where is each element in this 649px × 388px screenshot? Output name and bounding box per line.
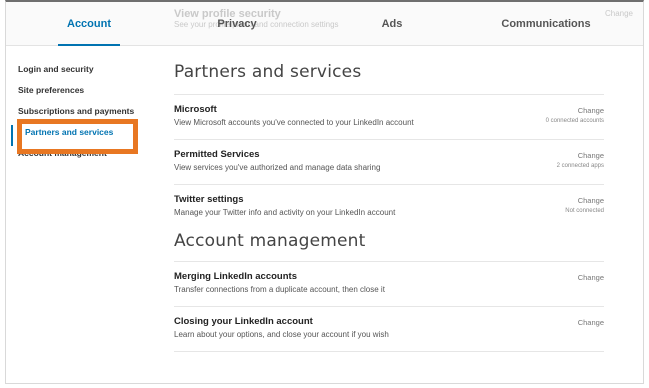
change-link[interactable]: Change Not connected bbox=[565, 195, 604, 217]
section-title-account-management: Account management bbox=[174, 231, 366, 251]
ghost-row-action: Change bbox=[604, 9, 633, 18]
row-title: Permitted Services bbox=[174, 149, 260, 160]
change-link[interactable]: Change 0 connected accounts bbox=[546, 105, 604, 127]
settings-main: Partners and services Microsoft View Mic… bbox=[174, 62, 604, 352]
row-title: Twitter settings bbox=[174, 194, 244, 205]
row-description: Manage your Twitter info and activity on… bbox=[174, 208, 396, 217]
tab-ads[interactable]: Ads bbox=[372, 2, 412, 46]
row-description: View services you've authorized and mana… bbox=[174, 163, 381, 172]
row-title: Merging LinkedIn accounts bbox=[174, 271, 297, 282]
sidebar-item-login-security[interactable]: Login and security bbox=[6, 62, 156, 83]
setting-row-closing-account[interactable]: Closing your LinkedIn account Learn abou… bbox=[174, 306, 604, 352]
sidebar-item-subscriptions-payments[interactable]: Subscriptions and payments bbox=[6, 104, 156, 125]
tab-privacy[interactable]: Privacy bbox=[202, 2, 272, 46]
change-label[interactable]: Change bbox=[578, 318, 604, 327]
setting-row-merging-accounts[interactable]: Merging LinkedIn accounts Transfer conne… bbox=[174, 261, 604, 306]
change-link[interactable]: Change 2 connected apps bbox=[557, 150, 604, 172]
row-status: 2 connected apps bbox=[556, 163, 604, 169]
row-description: Learn about your options, and close your… bbox=[174, 330, 389, 339]
sidebar-item-site-preferences[interactable]: Site preferences bbox=[6, 83, 156, 104]
settings-sidebar: Login and security Site preferences Subs… bbox=[6, 62, 156, 167]
sidebar-item-partners-services[interactable]: Partners and services bbox=[11, 125, 156, 146]
sidebar-item-account-management[interactable]: Account management bbox=[6, 146, 156, 167]
top-nav: View profile security See your profile p… bbox=[6, 2, 643, 46]
setting-row-twitter[interactable]: Twitter settings Manage your Twitter inf… bbox=[174, 184, 604, 229]
change-label[interactable]: Change bbox=[578, 151, 604, 160]
setting-row-microsoft[interactable]: Microsoft View Microsoft accounts you've… bbox=[174, 94, 604, 139]
row-status: Not connected bbox=[565, 208, 604, 214]
row-title: Closing your LinkedIn account bbox=[174, 316, 313, 327]
change-label[interactable]: Change bbox=[578, 106, 604, 115]
row-description: Transfer connections from a duplicate ac… bbox=[174, 285, 385, 294]
settings-window: View profile security See your profile p… bbox=[5, 0, 644, 384]
change-link[interactable]: Change bbox=[578, 272, 604, 283]
change-label[interactable]: Change bbox=[578, 196, 604, 205]
row-status: 0 connected accounts bbox=[545, 118, 604, 124]
row-description: View Microsoft accounts you've connected… bbox=[174, 118, 414, 127]
tab-communications[interactable]: Communications bbox=[496, 2, 596, 46]
setting-row-permitted-services[interactable]: Permitted Services View services you've … bbox=[174, 139, 604, 184]
row-title: Microsoft bbox=[174, 104, 217, 115]
section-title-partners: Partners and services bbox=[174, 62, 362, 82]
change-link[interactable]: Change bbox=[578, 317, 604, 328]
tab-account[interactable]: Account bbox=[58, 2, 120, 46]
change-label[interactable]: Change bbox=[578, 273, 604, 282]
